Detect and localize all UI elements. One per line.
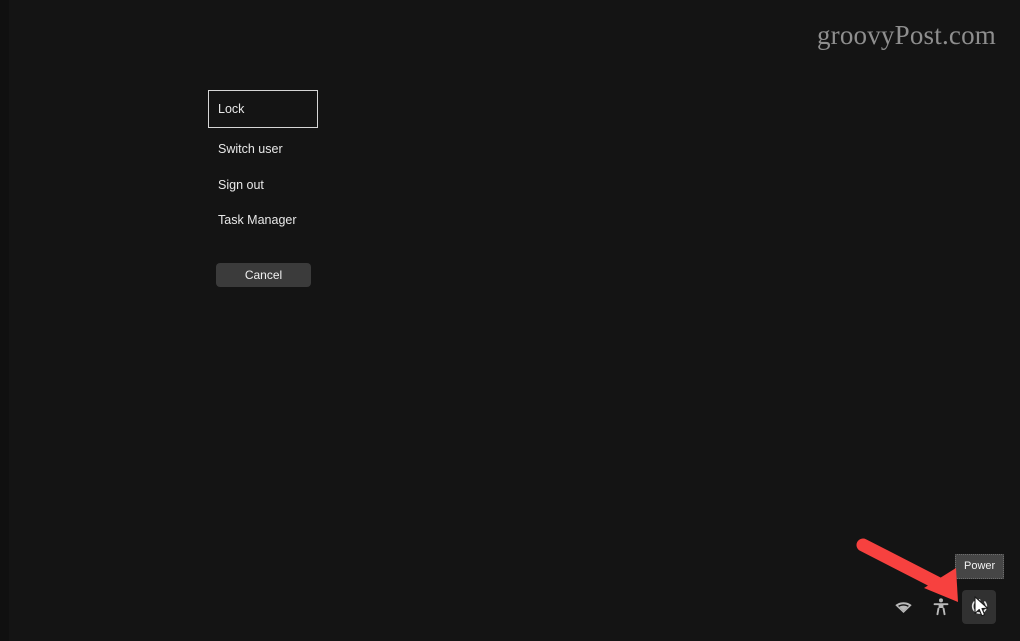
- accessibility-icon: [933, 598, 949, 616]
- menu-item-sign-out-label: Sign out: [218, 177, 264, 192]
- menu-item-task-manager-label: Task Manager: [218, 213, 297, 227]
- screen-left-edge: [0, 0, 9, 641]
- security-options-menu: Lock Switch user Sign out Task Manager: [208, 90, 318, 227]
- power-tooltip: Power: [955, 554, 1005, 579]
- site-watermark: groovyPost.com: [816, 20, 996, 50]
- accessibility-button[interactable]: [924, 590, 958, 624]
- lock-screen-tray: [886, 588, 1002, 626]
- lock-screen-security-options: groovyPost.com Lock Switch user Sign out…: [0, 0, 1020, 641]
- wifi-icon: [894, 601, 912, 614]
- network-button[interactable]: [886, 590, 920, 624]
- menu-item-task-manager[interactable]: Task Manager: [208, 214, 318, 227]
- menu-item-sign-out[interactable]: Sign out: [208, 177, 318, 192]
- menu-item-switch-user[interactable]: Switch user: [208, 143, 318, 156]
- power-icon: [970, 598, 989, 617]
- menu-item-switch-user-label: Switch user: [218, 142, 283, 156]
- power-button[interactable]: [962, 590, 996, 624]
- cancel-button[interactable]: Cancel: [216, 263, 311, 287]
- menu-item-lock-label: Lock: [218, 101, 245, 116]
- menu-item-lock[interactable]: Lock: [208, 90, 318, 128]
